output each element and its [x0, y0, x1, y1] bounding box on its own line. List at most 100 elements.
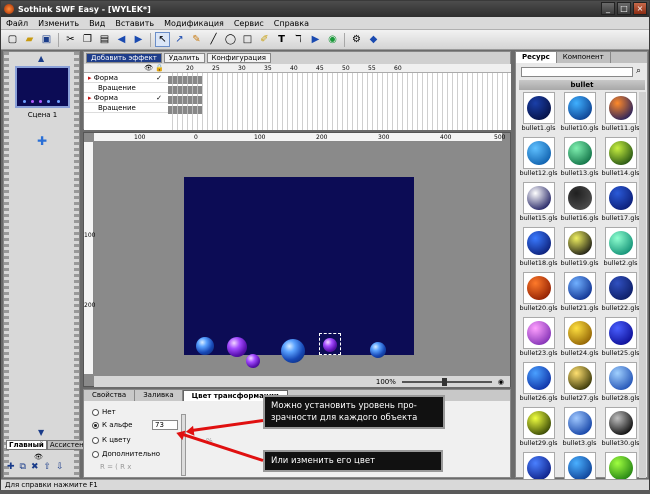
- resource-item[interactable]: bullet17.gls: [601, 182, 640, 224]
- layer-row[interactable]: ▸ Форма ✓: [84, 73, 168, 83]
- resource-thumbnail[interactable]: [604, 137, 637, 169]
- subselect-icon[interactable]: ↗: [172, 32, 187, 47]
- internet-icon[interactable]: ◉: [325, 32, 340, 47]
- resource-thumbnail[interactable]: [604, 92, 637, 124]
- resource-item[interactable]: bullet15.gls: [519, 182, 558, 224]
- frame-grid[interactable]: 20 25 30 35 40 45 50 55 60: [168, 64, 511, 130]
- add-scene-icon[interactable]: ✚: [37, 134, 47, 148]
- eye-icon[interactable]: 👁: [34, 453, 43, 461]
- resource-item[interactable]: bullet19.gls: [560, 227, 599, 269]
- resource-item[interactable]: bullet18.gls: [519, 227, 558, 269]
- resource-folder[interactable]: bullet: [519, 80, 645, 90]
- resource-item[interactable]: bullet11.gls: [601, 92, 640, 134]
- option-advanced[interactable]: Дополнительно: [92, 450, 160, 458]
- resource-item[interactable]: bullet14.gls: [601, 137, 640, 179]
- resource-thumbnail[interactable]: [522, 227, 555, 259]
- layer-row[interactable]: Вращение: [84, 103, 168, 113]
- resource-item[interactable]: bullet22.gls: [601, 272, 640, 314]
- preview-icon[interactable]: ⚙: [349, 32, 364, 47]
- resource-thumbnail[interactable]: [563, 272, 596, 304]
- resource-thumbnail[interactable]: [563, 227, 596, 259]
- move-up-icon[interactable]: ⇧: [44, 462, 52, 472]
- tab-resource[interactable]: Ресурс: [516, 52, 557, 63]
- option-color[interactable]: К цвету: [92, 436, 131, 444]
- resource-item[interactable]: bullet20.gls: [519, 272, 558, 314]
- resource-thumbnail[interactable]: [522, 92, 555, 124]
- resource-thumbnail[interactable]: [522, 272, 555, 304]
- resource-thumbnail[interactable]: [604, 362, 637, 394]
- resource-item[interactable]: bullet2.gls: [601, 227, 640, 269]
- menu-view[interactable]: Вид: [84, 19, 110, 28]
- menu-modify[interactable]: Модификация: [159, 19, 229, 28]
- save-icon[interactable]: ▣: [39, 32, 54, 47]
- publish-icon[interactable]: ◆: [366, 32, 381, 47]
- scroll-up-icon[interactable]: ▲: [38, 54, 44, 63]
- layers-icon[interactable]: ⧉: [20, 462, 26, 472]
- line-icon[interactable]: ╱: [206, 32, 221, 47]
- option-none[interactable]: Нет: [92, 408, 116, 416]
- resource-thumbnail[interactable]: [563, 137, 596, 169]
- resource-thumbnail[interactable]: [522, 317, 555, 349]
- canvas[interactable]: [184, 177, 414, 368]
- resource-item[interactable]: bullet26.gls: [519, 362, 558, 404]
- resource-thumbnail[interactable]: [563, 92, 596, 124]
- resource-item[interactable]: bullet1.gls: [519, 92, 558, 134]
- resource-item[interactable]: bullet25.gls: [601, 317, 640, 359]
- resource-item[interactable]: bullet28.gls: [601, 362, 640, 404]
- resource-thumbnail[interactable]: [604, 317, 637, 349]
- delete-icon[interactable]: ✖: [31, 462, 39, 472]
- resource-thumbnail[interactable]: [563, 182, 596, 214]
- new-icon[interactable]: ▢: [5, 32, 20, 47]
- resource-thumbnail[interactable]: [522, 182, 555, 214]
- resource-item[interactable]: bullet27.gls: [560, 362, 599, 404]
- alpha-input[interactable]: 73: [152, 420, 178, 430]
- purple-sphere[interactable]: [246, 354, 260, 368]
- layer-row[interactable]: ▸ Форма ✓: [84, 93, 168, 103]
- brush-icon[interactable]: ✐: [257, 32, 272, 47]
- add-icon[interactable]: ✚: [7, 462, 15, 472]
- resource-scrollbar[interactable]: [639, 92, 646, 478]
- resource-item[interactable]: bullet10.gls: [560, 92, 599, 134]
- blue-sphere[interactable]: [196, 337, 214, 355]
- menu-insert[interactable]: Вставить: [110, 19, 159, 28]
- zoom-slider[interactable]: [401, 377, 492, 386]
- selection-box[interactable]: [319, 333, 341, 355]
- tab-fill[interactable]: Заливка: [135, 390, 183, 401]
- layer-row[interactable]: Вращение: [84, 83, 168, 93]
- move-down-icon[interactable]: ⇩: [56, 462, 64, 472]
- menu-file[interactable]: Файл: [1, 19, 33, 28]
- redo-icon[interactable]: ▶: [131, 32, 146, 47]
- resource-item[interactable]: bullet30.gls: [601, 407, 640, 449]
- undo-icon[interactable]: ◀: [114, 32, 129, 47]
- configuration-button[interactable]: Конфигурация: [206, 53, 271, 63]
- resource-thumbnail[interactable]: [604, 182, 637, 214]
- resource-item[interactable]: bullet23.gls: [519, 317, 558, 359]
- search-icon[interactable]: ⌕: [636, 66, 641, 76]
- resource-thumbnail[interactable]: [522, 407, 555, 439]
- resource-thumbnail[interactable]: [522, 137, 555, 169]
- text-icon[interactable]: T: [274, 32, 289, 47]
- resource-item[interactable]: bullet21.gls: [560, 272, 599, 314]
- rectangle-icon[interactable]: □: [240, 32, 255, 47]
- paste-icon[interactable]: ▤: [97, 32, 112, 47]
- option-alpha[interactable]: К альфе: [92, 421, 132, 429]
- ellipse-icon[interactable]: ◯: [223, 32, 238, 47]
- scroll-down-icon[interactable]: ▼: [38, 428, 44, 437]
- menu-help[interactable]: Справка: [269, 19, 314, 28]
- scene-thumbnail[interactable]: [15, 66, 70, 108]
- resource-thumbnail[interactable]: [563, 362, 596, 394]
- add-effect-button[interactable]: Добавить эффект: [86, 53, 162, 63]
- resource-thumbnail[interactable]: [563, 407, 596, 439]
- resource-thumbnail[interactable]: [522, 362, 555, 394]
- menu-tools[interactable]: Сервис: [229, 19, 269, 28]
- blue-sphere[interactable]: [281, 339, 305, 363]
- resource-item[interactable]: bullet13.gls: [560, 137, 599, 179]
- resource-search-input[interactable]: [521, 67, 633, 77]
- pencil-icon[interactable]: ✎: [189, 32, 204, 47]
- cut-icon[interactable]: ✂: [63, 32, 78, 47]
- resource-thumbnail[interactable]: [563, 317, 596, 349]
- resource-item[interactable]: bullet12.gls: [519, 137, 558, 179]
- open-icon[interactable]: ▰: [22, 32, 37, 47]
- resource-thumbnail[interactable]: [604, 227, 637, 259]
- menu-edit[interactable]: Изменить: [33, 19, 84, 28]
